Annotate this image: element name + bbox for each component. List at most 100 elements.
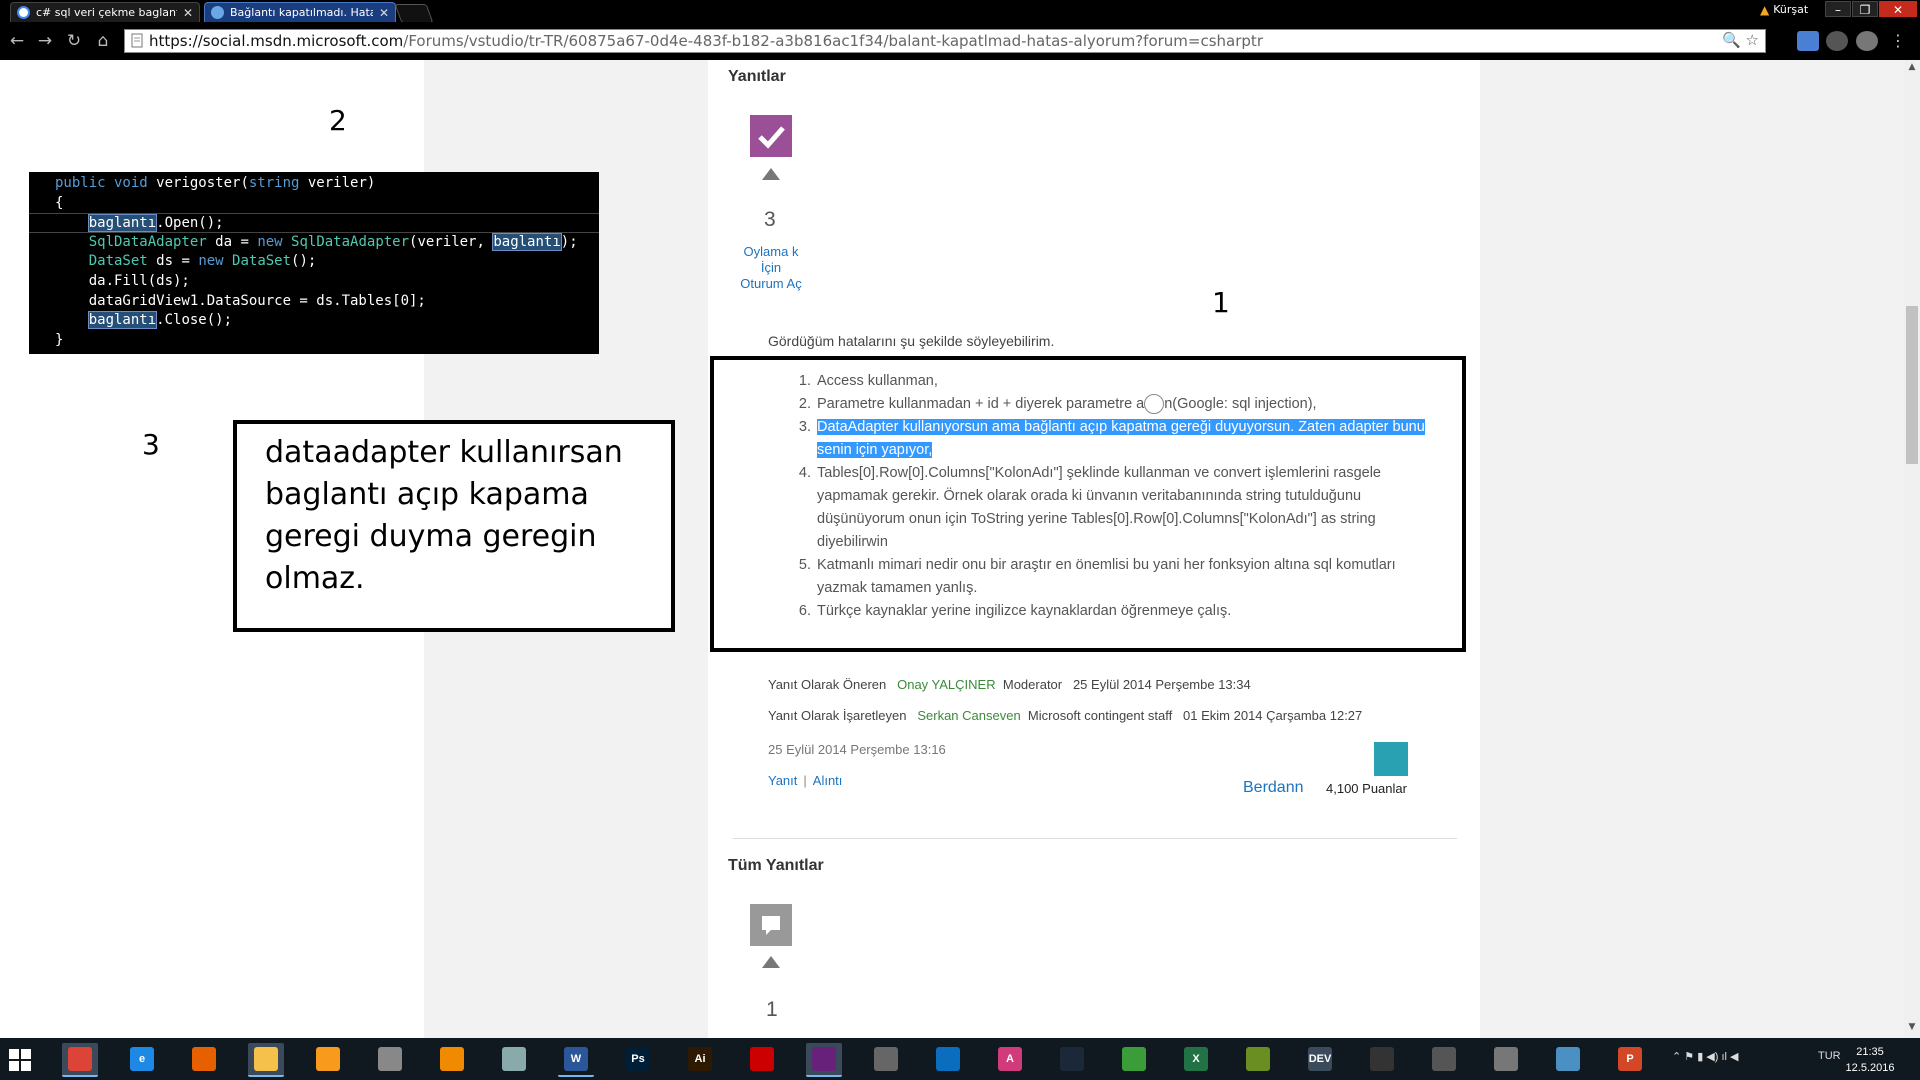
marked-user-link[interactable]: Serkan Canseven bbox=[917, 708, 1020, 723]
annotation-number-2: 2 bbox=[329, 104, 347, 137]
address-bar[interactable]: https://social.msdn.microsoft.com/Forums… bbox=[124, 29, 1766, 53]
quote-link[interactable]: Alıntı bbox=[813, 773, 843, 788]
taskbar-visual-studio[interactable] bbox=[806, 1043, 842, 1077]
page-icon bbox=[131, 33, 143, 48]
taskbar-powerpoint[interactable]: P bbox=[1612, 1043, 1648, 1075]
taskbar-vlc[interactable] bbox=[434, 1043, 470, 1075]
taskbar-app-orange[interactable] bbox=[310, 1043, 346, 1075]
comment-icon bbox=[750, 904, 792, 946]
taskbar-internet-explorer[interactable]: e bbox=[124, 1043, 160, 1075]
taskbar-app-disc[interactable] bbox=[1488, 1043, 1524, 1075]
extension-icon[interactable] bbox=[1856, 31, 1878, 51]
taskbar-calculator[interactable] bbox=[1426, 1043, 1462, 1075]
taskbar-app-tools[interactable] bbox=[372, 1043, 408, 1075]
proposed-user-link[interactable]: Onay YALÇINER bbox=[897, 677, 996, 692]
mouse-cursor-icon bbox=[1144, 394, 1165, 415]
taskbar-firefox[interactable] bbox=[186, 1043, 222, 1075]
taskbar-devexpress[interactable]: DEV bbox=[1302, 1043, 1338, 1075]
vote-up-icon[interactable] bbox=[762, 956, 780, 968]
list-item: Access kullanman, bbox=[815, 370, 1435, 393]
note-line: geregi duyma geregin bbox=[265, 519, 597, 554]
close-window-button[interactable]: ✕ bbox=[1879, 1, 1917, 17]
list-item: Türkçe kaynaklar yerine ingilizce kaynak… bbox=[815, 600, 1435, 623]
taskbar-acrobat[interactable] bbox=[744, 1043, 780, 1075]
app-a-icon: A bbox=[998, 1047, 1022, 1071]
chat-extension-icon[interactable] bbox=[1826, 31, 1848, 51]
vote-up-icon[interactable] bbox=[762, 168, 780, 180]
marked-user-role: Microsoft contingent staff bbox=[1027, 708, 1173, 723]
windows-taskbar: e W Ps Ai A X DEV P bbox=[0, 1038, 1920, 1080]
tab-msdn-forum[interactable]: Bağlantı kapatılmadı. Hata ✕ bbox=[204, 2, 396, 22]
warning-icon: ▲ bbox=[1760, 2, 1770, 17]
app-wrench-icon bbox=[874, 1047, 898, 1071]
vote-count: 3 bbox=[764, 208, 776, 231]
taskbar-excel[interactable]: X bbox=[1178, 1043, 1214, 1075]
reload-icon[interactable]: ↻ bbox=[63, 30, 85, 52]
list-item: Tables[0].Row[0].Columns["KolonAdı"] şek… bbox=[815, 462, 1435, 554]
post-date: 25 Eylül 2014 Perşembe 13:16 bbox=[768, 742, 946, 757]
taskbar-photoshop[interactable]: Ps bbox=[620, 1043, 656, 1075]
author-link[interactable]: Berdann bbox=[1243, 779, 1304, 797]
restore-button[interactable]: ❐ bbox=[1852, 1, 1878, 17]
msdn-icon bbox=[211, 6, 224, 19]
code-snippet-image: public void verigoster(string veriler){ … bbox=[29, 172, 599, 354]
taskbar-app-a[interactable]: A bbox=[992, 1043, 1028, 1075]
app-globe-icon bbox=[1122, 1047, 1146, 1071]
list-item: Katmanlı mimari nedir onu bir araştır en… bbox=[815, 554, 1435, 600]
taskbar-chrome[interactable] bbox=[62, 1043, 98, 1077]
paint-icon bbox=[502, 1047, 526, 1071]
taskbar-app-wrench[interactable] bbox=[868, 1043, 904, 1075]
close-tab-icon[interactable]: ✕ bbox=[379, 6, 389, 20]
app-tools-icon bbox=[378, 1047, 402, 1071]
sign-in-to-vote-link[interactable]: Oylama k İçin Oturum Aç bbox=[740, 244, 802, 292]
reply-link[interactable]: Yanıt bbox=[768, 773, 797, 788]
annotation-note: dataadapter kullanırsan baglantı açıp ka… bbox=[233, 420, 675, 632]
scroll-down-icon[interactable]: ▼ bbox=[1904, 1022, 1920, 1036]
close-tab-icon[interactable]: ✕ bbox=[183, 6, 193, 20]
home-icon[interactable]: ⌂ bbox=[92, 30, 114, 52]
profile-button[interactable]: ▲ Kürşat bbox=[1754, 2, 1814, 17]
new-tab-button[interactable] bbox=[394, 4, 434, 23]
clock-date: 12.5.2016 bbox=[1845, 1062, 1895, 1074]
list-item-text: Parametre kullanmadan + id + diyerek par… bbox=[817, 396, 1145, 412]
scroll-thumb[interactable] bbox=[1906, 306, 1918, 464]
tab-title: c# sql veri çekme baglantı bbox=[36, 6, 177, 19]
taskbar-word[interactable]: W bbox=[558, 1043, 594, 1077]
zoom-icon[interactable]: 🔍 bbox=[1722, 31, 1741, 49]
windows-start-icon[interactable] bbox=[9, 1049, 31, 1071]
clock-time: 21:35 bbox=[1856, 1046, 1884, 1058]
taskbar-app-chart[interactable] bbox=[1240, 1043, 1276, 1075]
menu-icon[interactable]: ⋮ bbox=[1890, 31, 1906, 51]
taskbar-app-globe[interactable] bbox=[1116, 1043, 1152, 1075]
app-disc-icon bbox=[1494, 1047, 1518, 1071]
note-line: dataadapter kullanırsan bbox=[265, 435, 623, 470]
page-scrollbar[interactable] bbox=[1904, 60, 1920, 1038]
avatar[interactable] bbox=[1374, 742, 1408, 776]
tray-icons[interactable]: ⌃ ⚑ ▮ ◀) ıl ◀ bbox=[1672, 1050, 1739, 1063]
forward-icon[interactable]: → bbox=[34, 30, 56, 52]
taskbar-paint[interactable] bbox=[496, 1043, 532, 1075]
taskbar-app-edit[interactable] bbox=[1550, 1043, 1586, 1075]
system-clock[interactable]: 21:35 12.5.2016 bbox=[1840, 1044, 1900, 1076]
internet-explorer-icon: e bbox=[130, 1047, 154, 1071]
back-icon[interactable]: ← bbox=[6, 30, 28, 52]
taskbar-file-explorer[interactable] bbox=[248, 1043, 284, 1077]
taskbar-vs-code[interactable] bbox=[930, 1043, 966, 1075]
tab-google-search[interactable]: c# sql veri çekme baglantı ✕ bbox=[10, 2, 200, 22]
taskbar-app-dark[interactable] bbox=[1364, 1043, 1400, 1075]
code-line: public void verigoster(string veriler) bbox=[55, 175, 376, 191]
translate-extension-icon[interactable] bbox=[1797, 31, 1819, 51]
answer-list: Access kullanman, Parametre kullanmadan … bbox=[798, 370, 1435, 623]
taskbar-illustrator[interactable]: Ai bbox=[682, 1043, 718, 1075]
proposed-user-role: Moderator bbox=[1002, 677, 1063, 692]
minimize-button[interactable]: – bbox=[1825, 1, 1851, 17]
illustrator-icon: Ai bbox=[688, 1047, 712, 1071]
input-language[interactable]: TUR bbox=[1818, 1050, 1841, 1062]
proposed-label: Yanıt Olarak Öneren bbox=[768, 677, 887, 692]
taskbar-steam[interactable] bbox=[1054, 1043, 1090, 1075]
bookmark-star-icon[interactable]: ☆ bbox=[1746, 31, 1759, 49]
app-edit-icon bbox=[1556, 1047, 1580, 1071]
scroll-up-icon[interactable]: ▲ bbox=[1904, 62, 1920, 76]
list-item: Parametre kullanmadan + id + diyerek par… bbox=[815, 393, 1435, 416]
selected-text: DataAdapter kullanıyorsun ama bağlantı a… bbox=[817, 419, 1425, 458]
